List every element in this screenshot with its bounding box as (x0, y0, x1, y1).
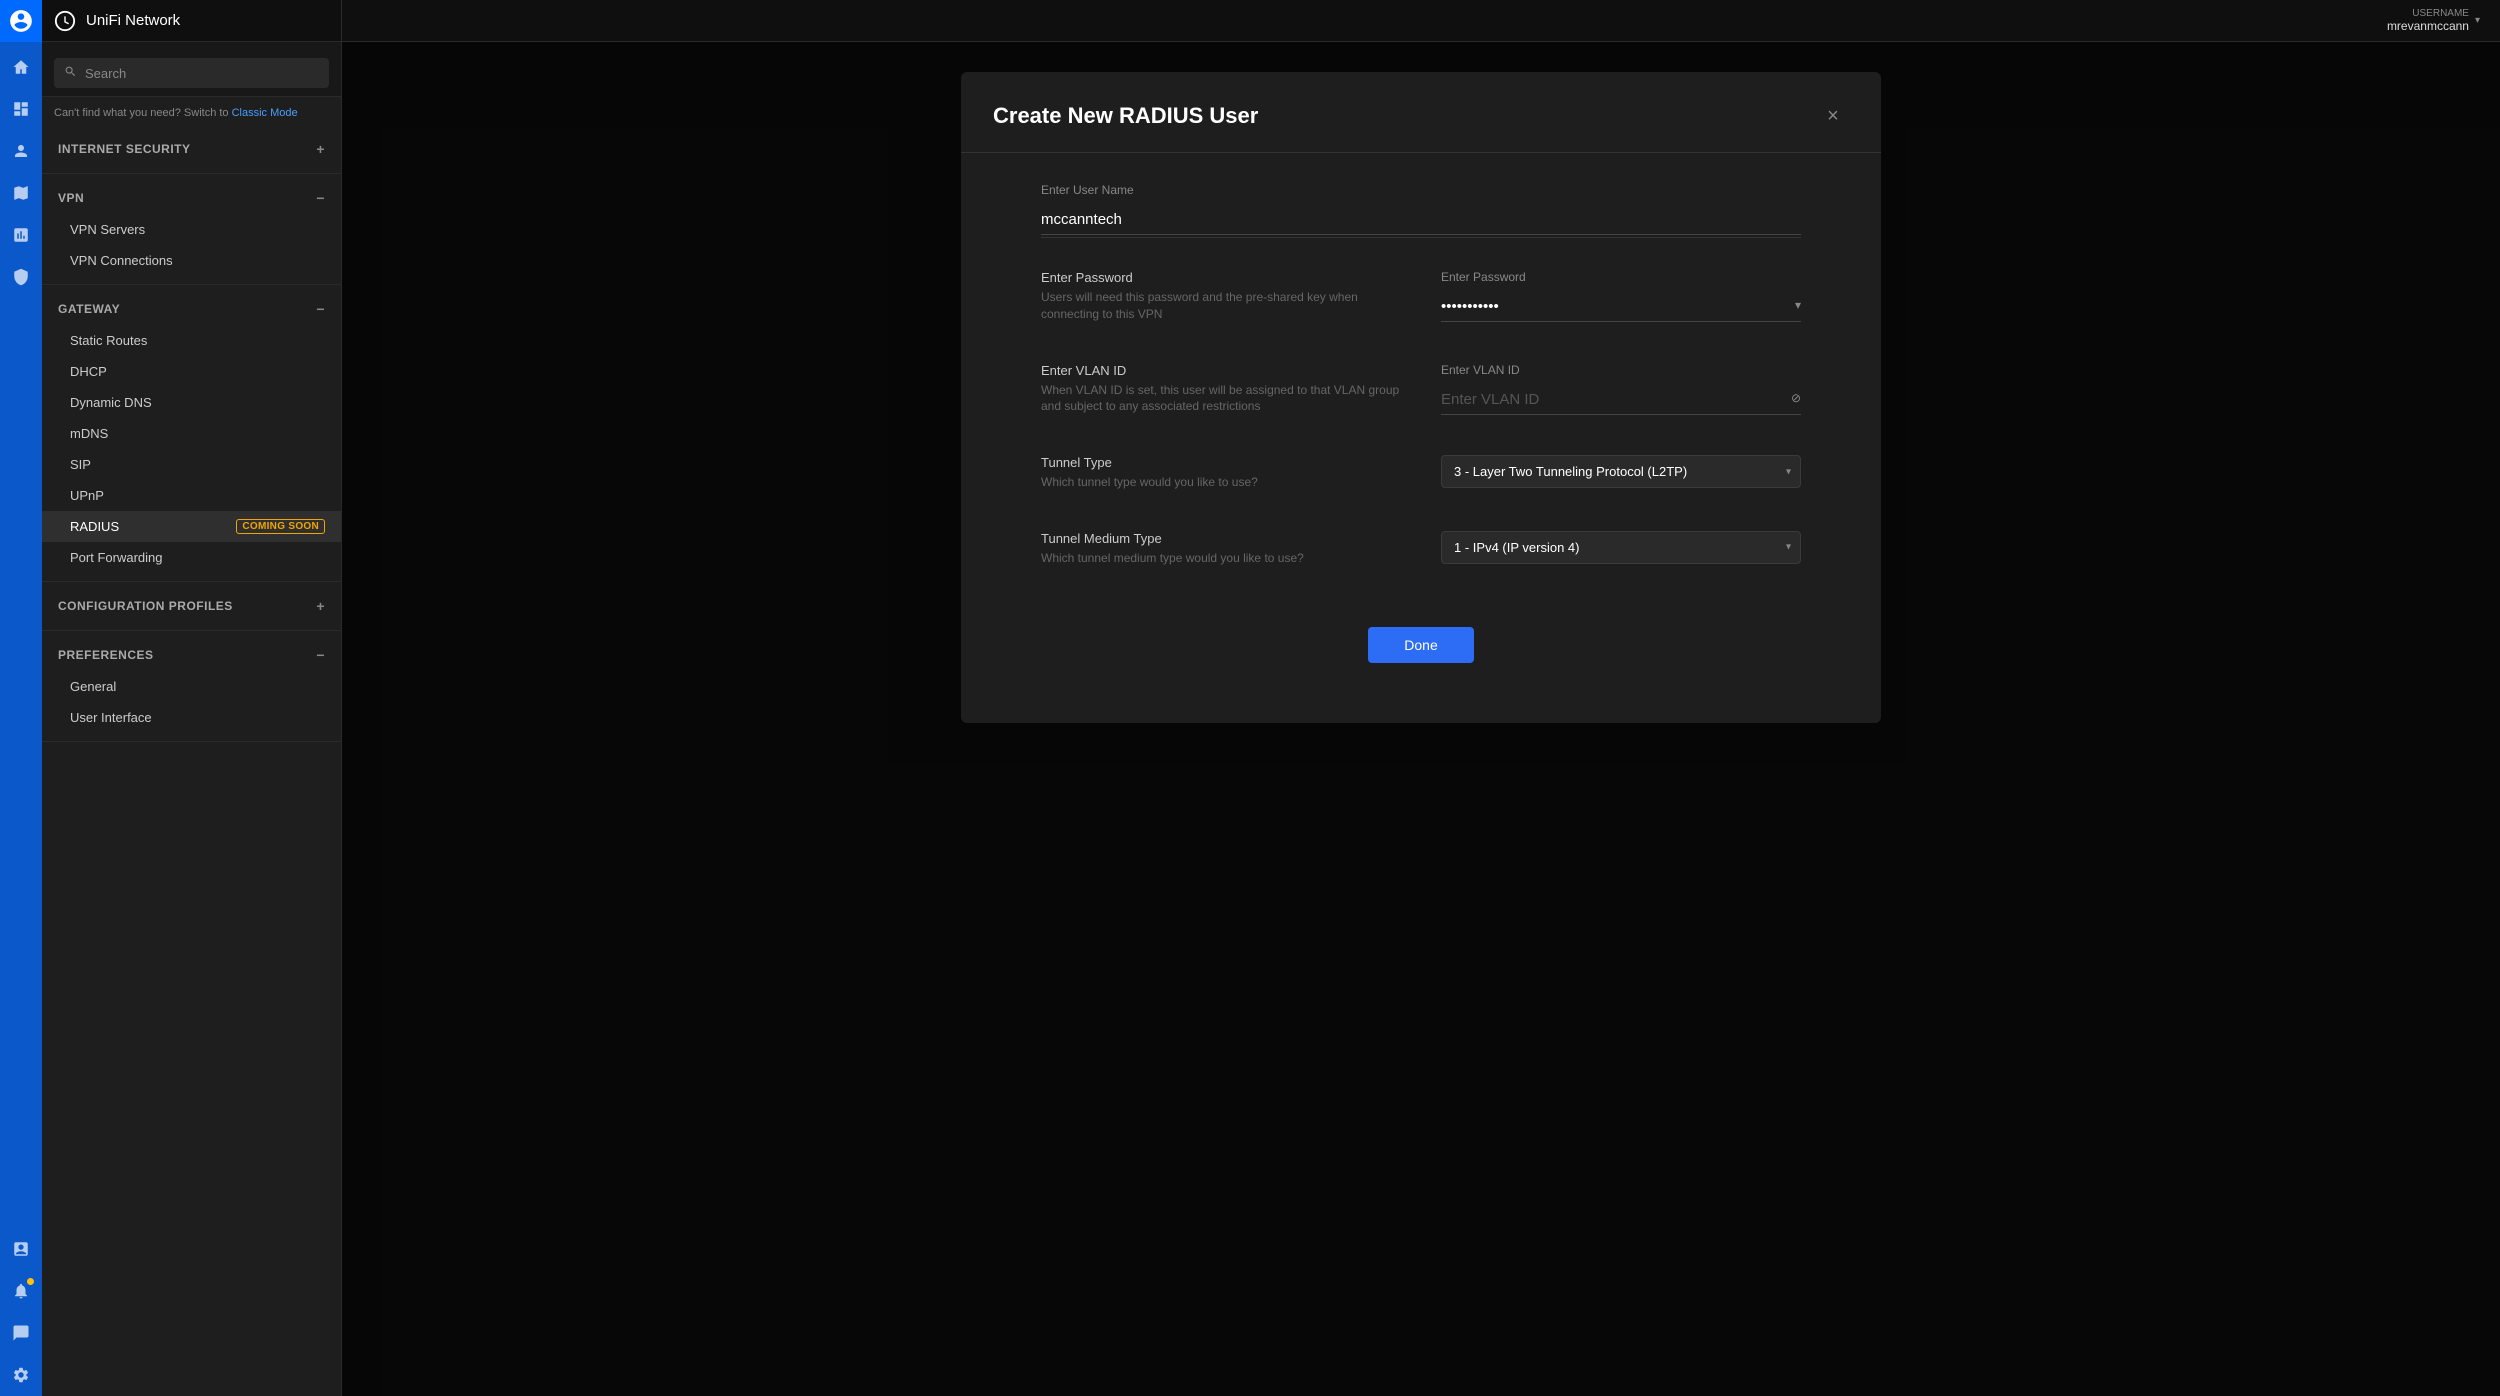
search-box[interactable] (54, 58, 329, 88)
sidebar-item-upnp[interactable]: UPnP (42, 480, 341, 511)
tunnel-type-select-wrapper: 3 - Layer Two Tunneling Protocol (L2TP) … (1441, 455, 1801, 488)
rail-icon-dashboard[interactable] (0, 88, 42, 130)
vlan-clear-icon[interactable]: ⊘ (1791, 391, 1801, 405)
logo-button[interactable] (0, 0, 42, 42)
sidebar-item-port-forwarding[interactable]: Port Forwarding (42, 542, 341, 573)
modal-close-button[interactable]: × (1817, 100, 1849, 132)
sidebar-item-sip[interactable]: SIP (42, 449, 341, 480)
tunnel-medium-left-col: Tunnel Medium Type Which tunnel medium t… (1041, 531, 1401, 575)
tunnel-medium-hint: Which tunnel medium type would you like … (1041, 550, 1401, 567)
username-field-label: Enter User Name (1041, 183, 1801, 197)
section-toggle-vpn: − (316, 190, 325, 206)
vlan-field-hint: When VLAN ID is set, this user will be a… (1041, 382, 1401, 416)
tunnel-medium-right-col: 1 - IPv4 (IP version 4) ▾ (1441, 531, 1801, 575)
section-vpn: VPN − VPN Servers VPN Connections (42, 174, 341, 285)
section-header-internet-security[interactable]: INTERNET SECURITY + (42, 133, 341, 165)
sidebar-item-user-interface[interactable]: User Interface (42, 702, 341, 733)
tunnel-type-select[interactable]: 3 - Layer Two Tunneling Protocol (L2TP) (1441, 455, 1801, 488)
classic-mode-link[interactable]: Classic Mode (232, 107, 298, 119)
sidebar-item-dhcp[interactable]: DHCP (42, 356, 341, 387)
section-header-config-profiles[interactable]: CONFIGURATION PROFILES + (42, 590, 341, 622)
tunnel-type-left-col: Tunnel Type Which tunnel type would you … (1041, 455, 1401, 499)
username-input[interactable] (1041, 205, 1801, 235)
sidebar: UniFi Network Can't find what you need? … (42, 0, 342, 1396)
user-chevron: ▾ (2475, 15, 2480, 26)
modal-header: Create New RADIUS User × (961, 72, 1881, 153)
modal-title: Create New RADIUS User (993, 103, 1258, 129)
password-input-label: Enter Password (1441, 270, 1801, 284)
done-button[interactable]: Done (1368, 627, 1473, 663)
password-input[interactable] (1441, 292, 1801, 322)
rail-icon-notifications[interactable] (0, 1270, 42, 1312)
search-icon (64, 65, 77, 81)
section-gateway: GATEWAY − Static Routes DHCP Dynamic DNS… (42, 285, 341, 582)
vlan-right-col: Enter VLAN ID ⊘ (1441, 363, 1801, 424)
tunnel-type-label-main: Tunnel Type (1041, 455, 1401, 470)
icon-rail (0, 0, 42, 1396)
section-header-preferences[interactable]: PREFERENCES − (42, 639, 341, 671)
section-preferences: PREFERENCES − General User Interface (42, 631, 341, 742)
coming-soon-badge: COMING SOON (236, 519, 325, 534)
form-row-vlan: Enter VLAN ID When VLAN ID is set, this … (1041, 363, 1801, 424)
sidebar-item-static-routes[interactable]: Static Routes (42, 325, 341, 356)
form-group-username: Enter User Name (1041, 183, 1801, 238)
tunnel-type-hint: Which tunnel type would you like to use? (1041, 474, 1401, 491)
username: mrevanmccann (2387, 19, 2469, 33)
modal-overlay: Create New RADIUS User × Enter User Name… (342, 42, 2500, 1396)
section-toggle-preferences: − (316, 647, 325, 663)
password-left-col: Enter Password Users will need this pass… (1041, 270, 1401, 331)
tunnel-medium-select-wrapper: 1 - IPv4 (IP version 4) ▾ (1441, 531, 1801, 564)
sidebar-item-mdns[interactable]: mDNS (42, 418, 341, 449)
rail-icon-home[interactable] (0, 46, 42, 88)
section-toggle-internet-security: + (316, 141, 325, 157)
section-internet-security: INTERNET SECURITY + (42, 125, 341, 174)
section-toggle-config-profiles: + (316, 598, 325, 614)
sidebar-item-radius[interactable]: RADIUS COMING SOON (42, 511, 341, 542)
classic-mode-hint: Can't find what you need? Switch to Clas… (42, 97, 341, 125)
sidebar-item-vpn-servers[interactable]: VPN Servers (42, 214, 341, 245)
section-toggle-gateway: − (316, 301, 325, 317)
user-area[interactable]: USERNAME mrevanmccann ▾ (2387, 8, 2480, 33)
password-wrapper: ▾ (1441, 292, 1801, 322)
vlan-input[interactable] (1441, 385, 1801, 415)
vlan-input-label: Enter VLAN ID (1441, 363, 1801, 377)
tunnel-type-right-col: 3 - Layer Two Tunneling Protocol (L2TP) … (1441, 455, 1801, 499)
main-content: USERNAME mrevanmccann ▾ Create New RADIU… (342, 0, 2500, 1396)
password-field-hint: Users will need this password and the pr… (1041, 289, 1401, 323)
search-input[interactable] (85, 66, 319, 81)
section-header-gateway[interactable]: GATEWAY − (42, 293, 341, 325)
password-toggle-icon[interactable]: ▾ (1795, 298, 1801, 312)
vlan-wrapper: ⊘ (1441, 385, 1801, 415)
tunnel-medium-label-main: Tunnel Medium Type (1041, 531, 1401, 546)
rail-icon-security[interactable] (0, 256, 42, 298)
modal-create-radius-user: Create New RADIUS User × Enter User Name… (961, 72, 1881, 723)
username-label: USERNAME (2412, 8, 2469, 19)
sidebar-item-vpn-connections[interactable]: VPN Connections (42, 245, 341, 276)
top-header: USERNAME mrevanmccann ▾ (342, 0, 2500, 42)
section-header-vpn[interactable]: VPN − (42, 182, 341, 214)
password-field-label-main: Enter Password (1041, 270, 1401, 285)
tunnel-medium-select[interactable]: 1 - IPv4 (IP version 4) (1441, 531, 1801, 564)
form-row-tunnel-type: Tunnel Type Which tunnel type would you … (1041, 455, 1801, 499)
sidebar-topbar (42, 42, 341, 97)
sidebar-item-general[interactable]: General (42, 671, 341, 702)
password-right-col: Enter Password ▾ (1441, 270, 1801, 331)
rail-icon-clients[interactable] (0, 130, 42, 172)
sidebar-app-title: UniFi Network (86, 12, 180, 29)
section-config-profiles: CONFIGURATION PROFILES + (42, 582, 341, 631)
sidebar-unifi-logo (54, 10, 76, 32)
done-btn-area: Done (1041, 607, 1801, 693)
rail-icon-map[interactable] (0, 172, 42, 214)
rail-icon-settings[interactable] (0, 1354, 42, 1396)
modal-body: Enter User Name Enter Password Users wil… (961, 153, 1881, 723)
sidebar-item-dynamic-dns[interactable]: Dynamic DNS (42, 387, 341, 418)
form-row-password: Enter Password Users will need this pass… (1041, 270, 1801, 331)
form-row-tunnel-medium-type: Tunnel Medium Type Which tunnel medium t… (1041, 531, 1801, 575)
vlan-left-col: Enter VLAN ID When VLAN ID is set, this … (1041, 363, 1401, 424)
rail-icon-stats[interactable] (0, 214, 42, 256)
rail-icon-messages[interactable] (0, 1312, 42, 1354)
rail-icon-add[interactable] (0, 1228, 42, 1270)
vlan-field-label-main: Enter VLAN ID (1041, 363, 1401, 378)
